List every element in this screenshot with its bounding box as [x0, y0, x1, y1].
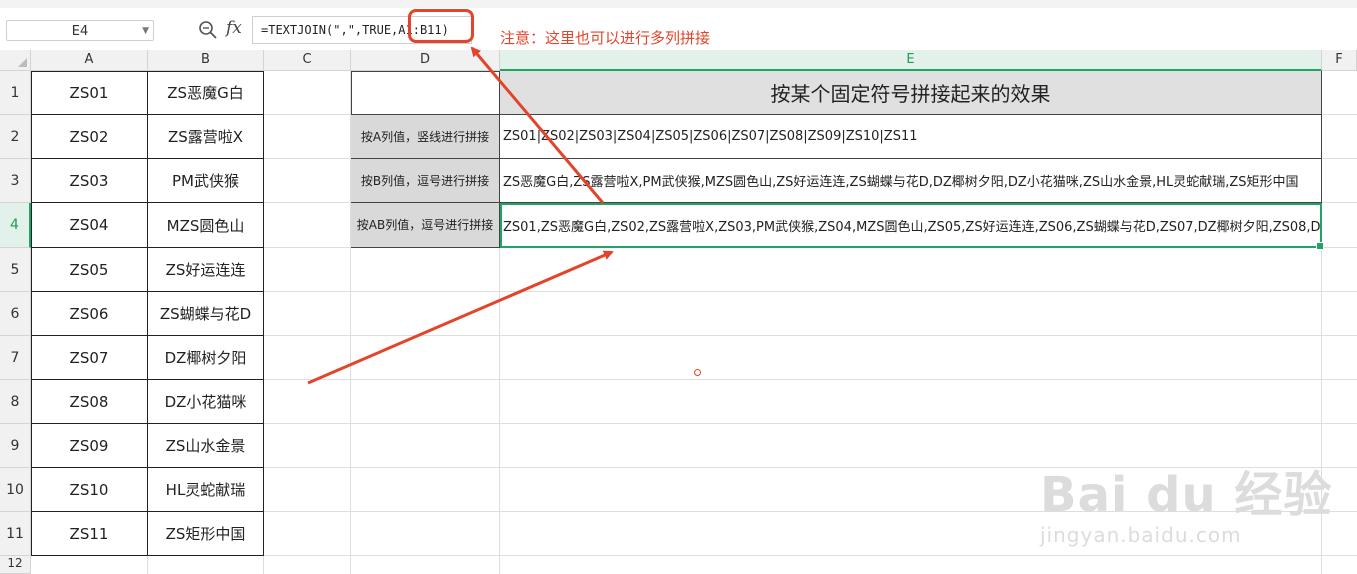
- fill-handle[interactable]: [1316, 242, 1324, 250]
- cell-a4[interactable]: ZS04: [31, 203, 148, 248]
- row-header-7[interactable]: 7: [0, 336, 31, 380]
- formula-bar: E4 ▼ fx =TEXTJOIN(",",TRUE,A1:B11) 注意：这里…: [0, 8, 1357, 52]
- cell-b5[interactable]: ZS好运连连: [148, 248, 264, 292]
- cell-d1[interactable]: [351, 71, 500, 115]
- cell-e2[interactable]: ZS01|ZS02|ZS03|ZS04|ZS05|ZS06|ZS07|ZS08|…: [500, 115, 1322, 159]
- active-cell-selection: [500, 203, 1324, 250]
- cell-b2[interactable]: ZS露营啦X: [148, 115, 264, 159]
- baidu-watermark: Bai du 经验 jingyan.baidu.com: [1040, 455, 1332, 547]
- column-header-f[interactable]: F: [1322, 50, 1357, 71]
- select-all-corner[interactable]: [0, 50, 31, 71]
- cell-b9[interactable]: ZS山水金景: [148, 424, 264, 468]
- cell-b4[interactable]: MZS圆色山: [148, 203, 264, 248]
- column-header-d[interactable]: D: [351, 50, 500, 71]
- cell-a7[interactable]: ZS07: [31, 336, 148, 380]
- cell-b1[interactable]: ZS恶魔G白: [148, 71, 264, 115]
- name-box-value: E4: [71, 24, 89, 39]
- cell-b8[interactable]: DZ小花猫咪: [148, 380, 264, 424]
- cell-a1[interactable]: ZS01: [31, 71, 148, 115]
- chevron-down-icon[interactable]: ▼: [142, 21, 149, 42]
- cell-b10[interactable]: HL灵蛇献瑞: [148, 468, 264, 512]
- arrow-to-result: [307, 250, 614, 385]
- cell-a6[interactable]: ZS06: [31, 292, 148, 336]
- annotation-dot: [694, 369, 701, 376]
- row-header-2[interactable]: 2: [0, 115, 31, 159]
- row-header-6[interactable]: 6: [0, 292, 31, 336]
- cell-a2[interactable]: ZS02: [31, 115, 148, 159]
- row-header-3[interactable]: 3: [0, 159, 31, 203]
- row-header-9[interactable]: 9: [0, 424, 31, 468]
- column-header-b[interactable]: B: [148, 50, 264, 71]
- column-header-a[interactable]: A: [31, 50, 148, 71]
- annotation-note: 注意：这里也可以进行多列拼接: [500, 29, 711, 47]
- row-header-10[interactable]: 10: [0, 468, 31, 512]
- cell-a8[interactable]: ZS08: [31, 380, 148, 424]
- cell-a9[interactable]: ZS09: [31, 424, 148, 468]
- cell-b6[interactable]: ZS蝴蝶与花D: [148, 292, 264, 336]
- row-header-12[interactable]: 12: [0, 556, 31, 574]
- zoom-icon[interactable]: [198, 20, 218, 40]
- row-header-5[interactable]: 5: [0, 248, 31, 292]
- formula-range-highlight: [408, 9, 474, 43]
- cell-d3[interactable]: 按B列值，逗号进行拼接: [351, 159, 500, 203]
- cell-a5[interactable]: ZS05: [31, 248, 148, 292]
- watermark-sub: jingyan.baidu.com: [1040, 523, 1242, 547]
- cell-a11[interactable]: ZS11: [31, 512, 148, 556]
- row-header-4[interactable]: 4: [0, 203, 31, 248]
- cell-a10[interactable]: ZS10: [31, 468, 148, 512]
- cell-e3[interactable]: ZS恶魔G白,ZS露营啦X,PM武侠猴,MZS圆色山,ZS好运连连,ZS蝴蝶与花…: [500, 159, 1322, 203]
- cell-d4[interactable]: 按AB列值，逗号进行拼接: [351, 203, 500, 248]
- cell-e1-title[interactable]: 按某个固定符号拼接起来的效果: [500, 71, 1322, 115]
- cell-b3[interactable]: PM武侠猴: [148, 159, 264, 203]
- cell-b7[interactable]: DZ椰树夕阳: [148, 336, 264, 380]
- row-header-1[interactable]: 1: [0, 71, 31, 115]
- column-header-e[interactable]: E: [500, 50, 1322, 71]
- name-box[interactable]: E4 ▼: [6, 20, 154, 41]
- cell-b11[interactable]: ZS矩形中国: [148, 512, 264, 556]
- cell-a3[interactable]: ZS03: [31, 159, 148, 203]
- row-header-8[interactable]: 8: [0, 380, 31, 424]
- row-header-11[interactable]: 11: [0, 512, 31, 556]
- watermark-main: Bai du 经验: [1040, 467, 1333, 523]
- fx-icon[interactable]: fx: [226, 18, 242, 38]
- column-header-c[interactable]: C: [264, 50, 351, 71]
- cell-d2[interactable]: 按A列值，竖线进行拼接: [351, 115, 500, 159]
